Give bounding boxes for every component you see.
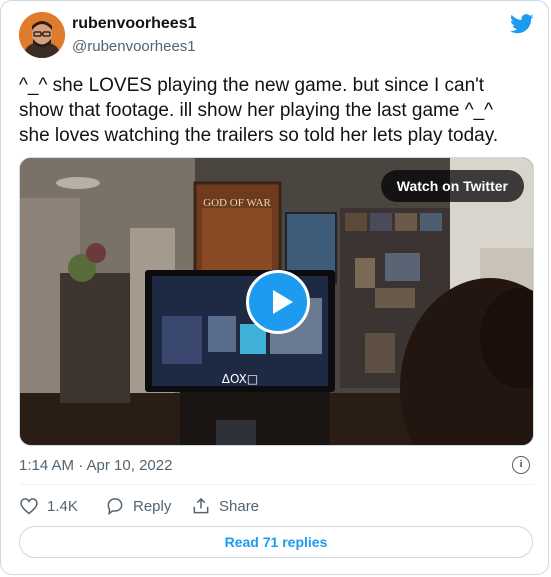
tweet-timestamp[interactable]: 1:14 AM · Apr 10, 2022 xyxy=(19,457,172,474)
video-player[interactable]: GOD OF WAR ΔOX□ Watch on Twitter xyxy=(19,157,534,446)
share-button[interactable]: Share xyxy=(191,496,259,516)
reply-icon xyxy=(107,498,123,516)
divider xyxy=(19,484,534,485)
read-replies-button[interactable]: Read 71 replies xyxy=(19,526,533,558)
reply-label: Reply xyxy=(133,497,172,515)
tv-logo: ΔOX□ xyxy=(222,372,258,386)
share-label: Share xyxy=(219,497,260,515)
tweet-text-line: ^_^ she LOVES playing the new game. but … xyxy=(19,75,485,96)
like-count: 1.4K xyxy=(47,497,78,515)
author-display-name[interactable]: rubenvoorhees1 xyxy=(72,15,196,33)
avatar-image xyxy=(19,12,65,58)
like-button[interactable]: 1.4K xyxy=(19,496,78,516)
author-handle[interactable]: @rubenvoorhees1 xyxy=(72,38,196,55)
tweet-text: ^_^ she LOVES playing the new game. but … xyxy=(19,73,534,148)
twitter-bird-icon[interactable] xyxy=(510,13,534,35)
play-icon[interactable] xyxy=(246,270,310,334)
poster-title: GOD OF WAR xyxy=(203,197,271,209)
avatar[interactable] xyxy=(19,12,65,58)
heart-icon xyxy=(20,498,38,515)
watch-on-twitter-button[interactable]: Watch on Twitter xyxy=(380,170,524,202)
reply-button[interactable]: Reply xyxy=(105,496,171,516)
info-icon[interactable]: i xyxy=(512,456,530,474)
tweet-text-line: she loves watching the trailers so told … xyxy=(19,125,499,146)
tweet-card: rubenvoorhees1 @rubenvoorhees1 ^_^ she L… xyxy=(0,0,549,575)
share-icon xyxy=(193,497,209,514)
tweet-text-line: show that footage. ill show her playing … xyxy=(19,100,494,121)
